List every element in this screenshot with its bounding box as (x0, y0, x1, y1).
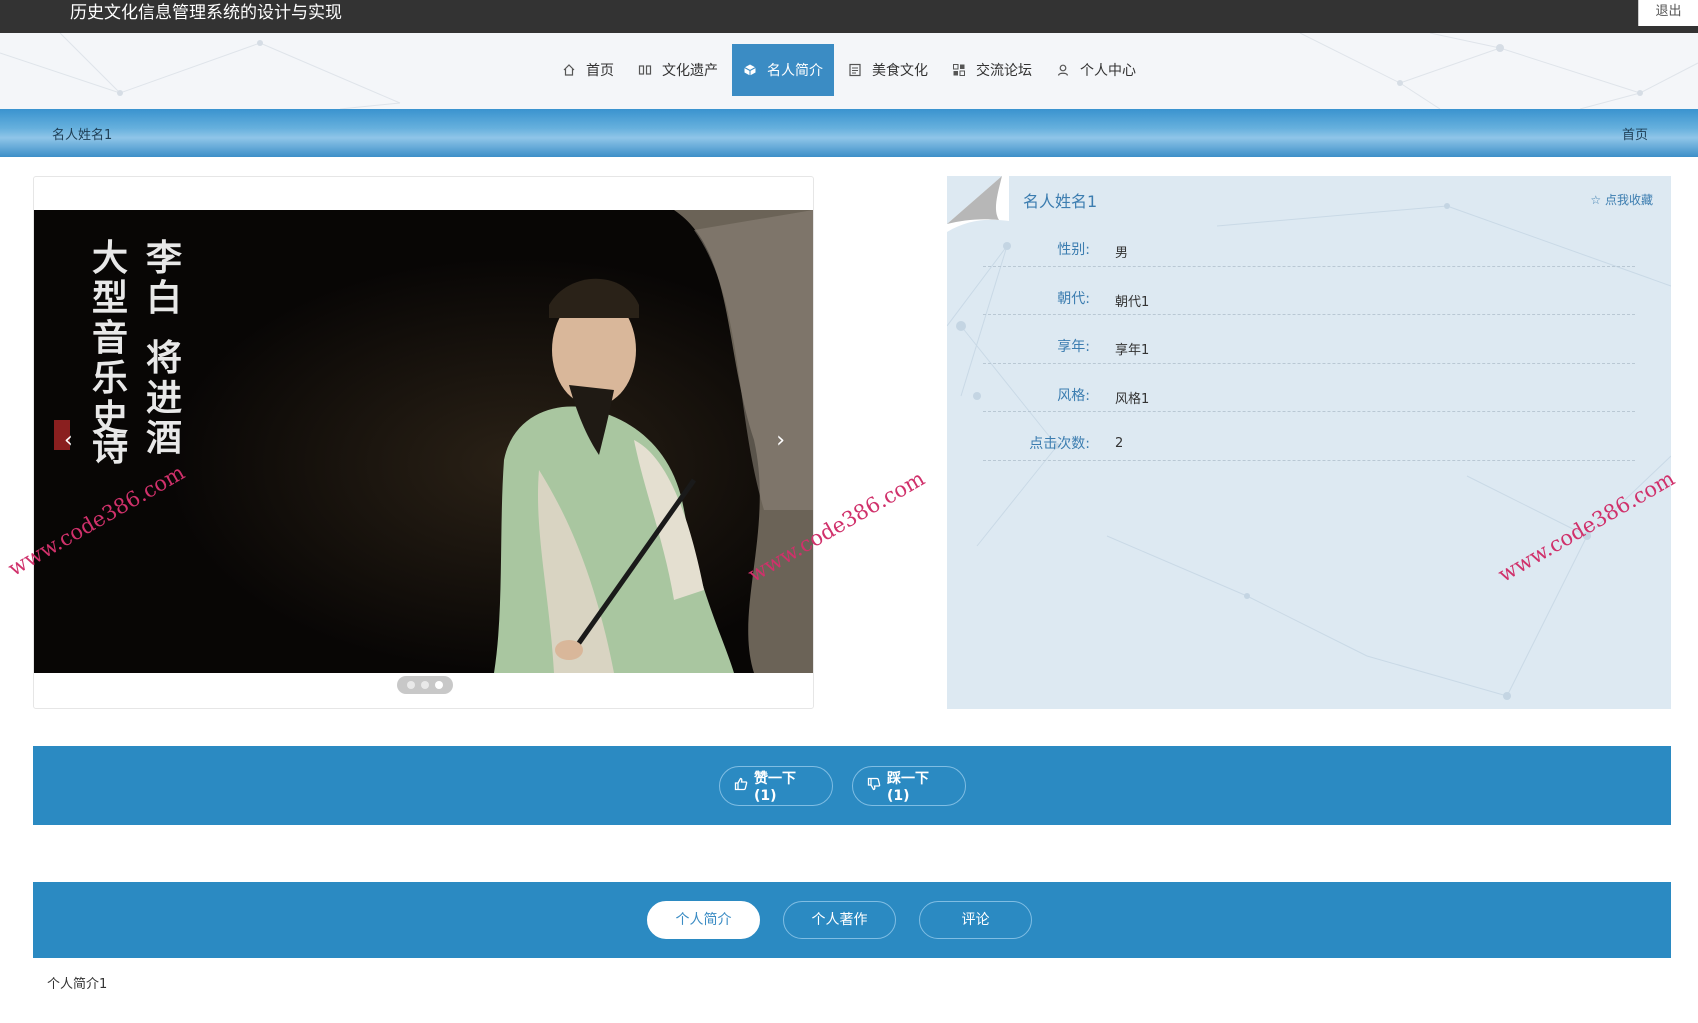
star-icon: ☆ (1590, 193, 1602, 207)
svg-text:诗: 诗 (92, 427, 128, 469)
photo-carousel: 李 白 将 进 酒 大 型 音 乐 史 诗 ‹ › (33, 176, 814, 709)
breadcrumb-home-link[interactable]: 首页 (1622, 124, 1648, 143)
breadcrumb: 名人姓名1 首页 (0, 109, 1698, 157)
favorite-button[interactable]: ☆ 点我收藏 (1590, 191, 1653, 208)
carousel-prev-arrow[interactable]: ‹ (64, 430, 73, 452)
document-icon (848, 63, 862, 77)
nav-item-heritage[interactable]: 文化遗产 (628, 44, 728, 96)
nav-item-label: 个人中心 (1080, 63, 1136, 79)
field-label: 性别: (1057, 242, 1090, 258)
poster-char: 李 (146, 237, 182, 279)
tab-comments[interactable]: 评论 (919, 901, 1032, 939)
nav-item-celebrities[interactable]: 名人简介 (732, 44, 834, 96)
field-label: 风格: (1057, 387, 1090, 404)
field-row-lifespan: 享年: 享年1 (983, 315, 1635, 364)
like-button[interactable]: 赞一下(1) (719, 766, 833, 806)
field-label: 享年: (1057, 339, 1090, 355)
carousel-dot-3[interactable] (435, 681, 443, 689)
svg-text:音: 音 (92, 317, 128, 359)
breadcrumb-current: 名人姓名1 (52, 128, 113, 143)
nav-item-forum[interactable]: 交流论坛 (942, 44, 1042, 96)
field-row-dynasty: 朝代: 朝代1 (983, 267, 1635, 315)
nav-item-label: 交流论坛 (976, 63, 1032, 79)
carousel-dot-2[interactable] (421, 681, 429, 689)
field-value: 男 (1115, 246, 1129, 261)
home-icon (562, 63, 576, 77)
profile-info-card: 名人姓名1 ☆ 点我收藏 性别: 男 朝代: 朝代1 享年: 享年1 风格: 风… (947, 176, 1671, 709)
profile-name: 名人姓名1 (1023, 192, 1098, 211)
carousel-next-arrow[interactable]: › (776, 430, 785, 452)
nav-item-food[interactable]: 美食文化 (838, 44, 938, 96)
tab-works[interactable]: 个人著作 (783, 901, 896, 939)
vote-bar: 赞一下(1) 踩一下(1) (33, 746, 1671, 825)
nav-item-label: 文化遗产 (662, 63, 718, 79)
field-value: 朝代1 (1115, 294, 1150, 310)
svg-text:型: 型 (92, 277, 128, 319)
like-label: 赞一下(1) (754, 771, 796, 804)
detail-tabs: 个人简介 个人著作 评论 (33, 882, 1671, 958)
tab-profile[interactable]: 个人简介 (647, 901, 760, 939)
nav-item-label: 首页 (586, 63, 614, 79)
user-icon (1056, 63, 1070, 77)
thumbs-down-icon (867, 777, 881, 795)
nav-band: 首页 文化遗产 名人简介 美食文化 交流论坛 个人中心 (0, 33, 1698, 109)
site-title: 历史文化信息管理系统的设计与实现 (70, 3, 342, 23)
carousel-indicators (397, 676, 453, 694)
grid-icon (952, 63, 966, 77)
profile-fields: 性别: 男 朝代: 朝代1 享年: 享年1 风格: 风格1 点击次数: 2 (983, 218, 1635, 461)
field-value: 2 (1115, 436, 1124, 451)
top-bar: 历史文化信息管理系统的设计与实现 退出 (0, 0, 1698, 33)
columns-icon (638, 63, 652, 77)
nav-item-user-center[interactable]: 个人中心 (1046, 44, 1146, 96)
carousel-slide-image: 李 白 将 进 酒 大 型 音 乐 史 诗 ‹ › (34, 210, 813, 673)
svg-text:将: 将 (146, 337, 182, 379)
carousel-dot-1[interactable] (407, 681, 415, 689)
thumbs-up-icon (734, 777, 748, 795)
main-nav: 首页 文化遗产 名人简介 美食文化 交流论坛 个人中心 (552, 44, 1150, 96)
field-row-clicks: 点击次数: 2 (983, 412, 1635, 461)
dislike-label: 踩一下(1) (887, 771, 929, 804)
field-label: 点击次数: (1029, 436, 1090, 452)
field-value: 风格1 (1115, 391, 1150, 407)
field-row-gender: 性别: 男 (983, 218, 1635, 267)
svg-text:酒: 酒 (146, 417, 182, 459)
logout-button[interactable]: 退出 (1638, 0, 1698, 26)
nav-item-label: 名人简介 (767, 63, 823, 79)
field-label: 朝代: (1057, 290, 1090, 307)
nav-item-home[interactable]: 首页 (552, 44, 624, 96)
svg-text:大: 大 (92, 237, 128, 279)
field-value: 享年1 (1115, 343, 1150, 358)
favorite-label: 点我收藏 (1604, 193, 1653, 207)
dislike-button[interactable]: 踩一下(1) (852, 766, 966, 806)
svg-text:乐: 乐 (92, 357, 128, 399)
cube-icon (743, 63, 757, 77)
field-row-style: 风格: 风格1 (983, 364, 1635, 412)
svg-text:白: 白 (146, 277, 182, 319)
svg-text:进: 进 (146, 377, 182, 419)
nav-item-label: 美食文化 (872, 63, 928, 79)
tab-content-text: 个人简介1 (47, 977, 108, 992)
